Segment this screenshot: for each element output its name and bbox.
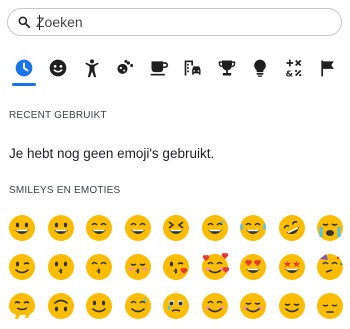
emoji-face-icon (163, 254, 189, 280)
tab-flags[interactable] (316, 58, 340, 88)
emoji-face-icon (278, 293, 305, 319)
emoji-face-icon (124, 215, 151, 241)
emoji-button[interactable] (276, 251, 308, 283)
emoji-face-icon (163, 215, 189, 241)
emoji-grid (6, 212, 346, 329)
emoji-button[interactable] (199, 251, 231, 283)
emoji-button[interactable] (237, 290, 269, 322)
emoji-face-icon (86, 215, 112, 241)
emoji-face-icon (201, 293, 228, 319)
person-icon (84, 59, 99, 78)
emoji-face-icon (9, 254, 35, 280)
emoji-button[interactable] (6, 251, 38, 283)
emoji-button[interactable] (160, 251, 192, 283)
smileys-section-title: SMILEYS EN EMOTIES (9, 185, 121, 196)
svg-text:&: & (286, 68, 293, 78)
emoji-face-icon (86, 254, 112, 280)
paw-icon (117, 59, 134, 74)
emoji-button[interactable] (122, 212, 154, 244)
emoji-button[interactable] (122, 251, 154, 283)
emoji-button[interactable] (122, 290, 154, 322)
emoji-button[interactable] (199, 212, 231, 244)
tab-animals[interactable] (113, 58, 137, 88)
tab-travel[interactable] (181, 58, 205, 88)
tab-activities[interactable] (215, 58, 239, 88)
emoji-face-icon (9, 293, 35, 319)
emoji-face-icon (240, 254, 266, 280)
search-input[interactable] (36, 12, 316, 32)
text-cursor (39, 15, 40, 30)
emoji-button[interactable] (45, 251, 77, 283)
smiley-icon (49, 59, 67, 77)
clock-icon (15, 59, 33, 77)
emoji-button[interactable] (237, 212, 269, 244)
emoji-button[interactable] (160, 290, 192, 322)
tab-food[interactable] (147, 58, 171, 88)
emoji-button[interactable] (314, 212, 346, 244)
emoji-face-icon (201, 253, 229, 280)
tab-people[interactable] (80, 58, 104, 88)
emoji-face-icon (317, 254, 343, 280)
emoji-face-icon (47, 254, 74, 280)
emoji-face-icon (240, 215, 266, 241)
tab-symbols[interactable]: & (282, 58, 306, 88)
emoji-button[interactable] (83, 251, 115, 283)
emoji-face-icon (317, 293, 343, 319)
emoji-button[interactable] (160, 212, 192, 244)
emoji-button[interactable] (6, 290, 38, 322)
emoji-face-icon (278, 215, 305, 241)
emoji-row (6, 212, 346, 244)
emoji-button[interactable] (83, 212, 115, 244)
emoji-button[interactable] (237, 251, 269, 283)
cup-icon (150, 61, 169, 76)
tab-objects[interactable] (248, 58, 272, 88)
search-icon (17, 15, 31, 29)
emoji-button[interactable] (276, 290, 308, 322)
recent-section-title: RECENT GEBRUIKT (9, 110, 107, 121)
category-tabs: & (12, 58, 340, 88)
emoji-face-icon (124, 293, 151, 319)
emoji-face-icon (163, 293, 189, 319)
emoji-button[interactable] (45, 212, 77, 244)
emoji-button[interactable] (83, 290, 115, 322)
emoji-button[interactable] (314, 290, 346, 322)
emoji-face-icon (240, 293, 266, 319)
search-field[interactable] (7, 8, 342, 36)
emoji-button[interactable] (314, 251, 346, 283)
emoji-face-icon (9, 215, 35, 241)
tab-smileys[interactable] (46, 58, 70, 88)
emoji-face-icon (47, 293, 74, 319)
emoji-face-icon (278, 254, 305, 280)
emoji-button[interactable] (276, 212, 308, 244)
emoji-face-icon (201, 215, 228, 241)
flag-icon (321, 60, 334, 77)
emoji-button[interactable] (6, 212, 38, 244)
emoji-row (6, 290, 346, 322)
symbols-icon: & (286, 59, 302, 78)
emoji-row (6, 251, 346, 283)
recent-empty-message: Je hebt nog geen emoji's gebruikt. (9, 146, 215, 161)
tab-recent[interactable] (12, 58, 36, 88)
trophy-icon (218, 60, 235, 76)
emoji-face-icon (317, 215, 343, 241)
emoji-face-icon (86, 293, 112, 319)
building-car-icon (184, 60, 201, 76)
emoji-face-icon (124, 254, 151, 280)
emoji-button[interactable] (45, 290, 77, 322)
emoji-face-icon (47, 215, 74, 241)
lightbulb-icon (254, 59, 267, 77)
emoji-button[interactable] (199, 290, 231, 322)
